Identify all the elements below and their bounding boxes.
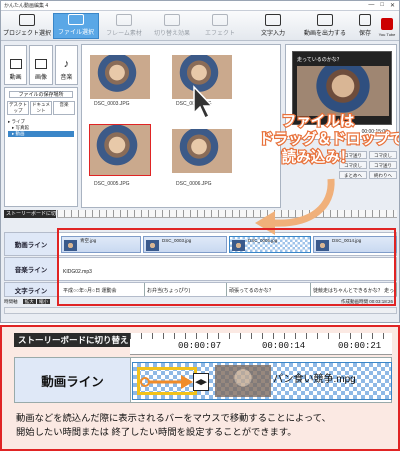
- effect-button[interactable]: エフェクト: [197, 13, 243, 39]
- thumbnail-label: DSC_0005.JPG: [94, 181, 130, 187]
- tab-movie[interactable]: 動画: [4, 45, 28, 85]
- tree-item-label: ライブ: [11, 119, 26, 124]
- export-video-button[interactable]: 動画を出力する: [299, 13, 351, 39]
- main-toolbar: プロジェクト選択 ファイル選択 フレーム素材 切り替え効果 エフェクト 文字入力…: [1, 11, 399, 41]
- effect-label: エフェクト: [204, 31, 235, 37]
- tree-item-selected[interactable]: ▸ 動画: [8, 131, 74, 137]
- desktop-button[interactable]: デスクトップ: [7, 101, 29, 115]
- thumbnail[interactable]: [172, 129, 232, 173]
- export-video-label: 動画を出力する: [303, 31, 346, 37]
- save-location-header: ファイルの保存場所: [9, 91, 73, 98]
- zoom-storyboard-button[interactable]: ストーリーボードに切り替え: [14, 333, 130, 347]
- callout-line-1: ファイルは: [281, 113, 356, 131]
- timeline-scrollbar[interactable]: [4, 307, 397, 314]
- music-folder-button[interactable]: 音楽: [53, 101, 75, 115]
- zoom-video-track: 動画ライン ◂▸ パン食い競争.mpg: [14, 357, 392, 403]
- tree-item-label: 写真館: [15, 125, 30, 130]
- title-bar: かんたん動画編集 4 — □ ✕: [1, 1, 399, 11]
- trim-handle-icon[interactable]: ◂▸: [193, 373, 209, 391]
- file-select-button[interactable]: ファイル選択: [53, 13, 99, 39]
- time-axis-label: 時間軸: [4, 299, 18, 304]
- youtube-icon: [381, 18, 393, 30]
- documents-button[interactable]: ドキュメント: [30, 101, 52, 115]
- tab-image[interactable]: 画像: [29, 45, 53, 85]
- tab-image-label: 画像: [34, 75, 47, 81]
- maximize-button[interactable]: □: [380, 2, 384, 9]
- zoom-in-button[interactable]: 拡大: [22, 299, 36, 304]
- callout-line-2: ドラッグ＆ドロップで: [258, 131, 400, 149]
- clip-thumbnail: [215, 365, 271, 397]
- window-title: かんたん動画編集 4: [4, 3, 49, 9]
- callout-line-3: 読み込み！: [281, 149, 356, 167]
- frame-material-button[interactable]: フレーム素材: [101, 13, 147, 39]
- movie-icon: [9, 59, 22, 69]
- file-select-icon: [68, 14, 84, 25]
- thumbnail-label: DSC_0006.JPG: [176, 181, 212, 187]
- transition-label: 切り替え効果: [153, 31, 190, 37]
- export-icon: [317, 14, 333, 26]
- file-tree-panel: ファイルの保存場所 デスクトップ ドキュメント 音楽 ▸ ライブ ▸ 写真館 ▸…: [4, 87, 78, 207]
- project-select-button[interactable]: プロジェクト選択: [3, 13, 51, 39]
- transition-button[interactable]: 切り替え効果: [149, 13, 195, 39]
- text-track-label: 文字ライン: [5, 283, 58, 296]
- tab-movie-label: 動画: [9, 75, 22, 81]
- music-icon: ♪: [63, 58, 70, 70]
- zoom-tick: 00:00:14: [262, 341, 306, 351]
- tab-music[interactable]: ♪ 音楽: [54, 45, 78, 85]
- text-input-icon: [265, 14, 281, 26]
- mouse-cursor-icon: [193, 85, 214, 120]
- frame-icon: [116, 14, 132, 26]
- image-icon: [34, 59, 47, 69]
- transition-icon: [164, 14, 180, 26]
- text-input-button[interactable]: 文字入力: [253, 13, 293, 39]
- zoom-clip-label: パン食い競争.mpg: [273, 374, 356, 385]
- description-line-2: 開始したい時間または 終了したい時間を設定することができます。: [16, 427, 297, 437]
- minimize-button[interactable]: —: [368, 2, 374, 9]
- frame-material-label: フレーム素材: [106, 31, 142, 37]
- trim-arrow-icon: [140, 375, 193, 389]
- description-line-1: 動画などを読込んだ際に表示されるバーをマウスで移動することによって、: [16, 413, 331, 423]
- zoom-track-label: 動画ライン: [15, 358, 131, 402]
- save-icon: [359, 14, 371, 26]
- tree-item-label: 動画: [15, 131, 25, 136]
- youtube-label: You Tube: [378, 32, 396, 37]
- save-label: 保存: [358, 31, 371, 37]
- file-select-label: ファイル選択: [57, 30, 94, 36]
- timeline-highlight: [57, 228, 396, 306]
- video-track-label: 動画ライン: [5, 233, 58, 255]
- timeline-ruler: [57, 210, 397, 218]
- zoom-detail-panel: ストーリーボードに切り替え 00:00:07 00:00:14 00:00:21…: [0, 325, 400, 451]
- youtube-button[interactable]: You Tube: [377, 13, 397, 39]
- zoom-out-button[interactable]: 縮小: [37, 299, 51, 304]
- zoom-tick: 00:00:21: [338, 341, 382, 351]
- music-track-label: 音楽ライン: [5, 258, 58, 280]
- drag-drop-callout: ファイルは ドラッグ＆ドロップで 読み込み！: [258, 113, 400, 183]
- thumbnail-selected[interactable]: [89, 124, 151, 176]
- tab-music-label: 音楽: [60, 75, 73, 81]
- zoom-video-clip[interactable]: ◂▸ パン食い競争.mpg: [132, 362, 392, 400]
- text-input-label: 文字入力: [260, 31, 285, 37]
- media-tabs: 動画 画像 ♪ 音楽: [4, 45, 78, 85]
- save-button[interactable]: 保存: [355, 13, 375, 39]
- close-button[interactable]: ✕: [390, 2, 395, 9]
- project-icon: [19, 14, 35, 26]
- storyboard-switch-button[interactable]: ストーリーボードに切り替え: [4, 210, 71, 218]
- thumbnail-label: DSC_0003.JPG: [94, 101, 130, 107]
- thumbnail[interactable]: [90, 55, 150, 99]
- description-text: 動画などを読込んだ際に表示されるバーをマウスで移動することによって、 開始したい…: [16, 411, 390, 439]
- zoom-ruler: 00:00:07 00:00:14 00:00:21: [130, 333, 392, 355]
- effect-icon: [212, 14, 228, 26]
- preview-caption: 走っているのかな？: [297, 57, 342, 63]
- zoom-tick: 00:00:07: [178, 341, 222, 351]
- project-select-label: プロジェクト選択: [3, 31, 52, 37]
